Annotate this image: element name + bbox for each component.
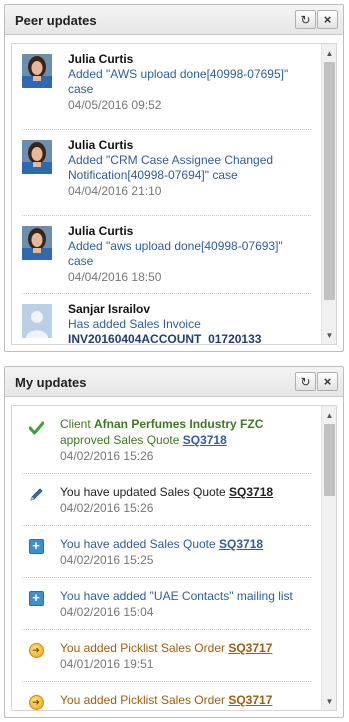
coin-icon: ➔ bbox=[28, 642, 44, 658]
update-prefix: You added Picklist Sales Order bbox=[60, 641, 229, 655]
woman-photo-icon bbox=[22, 226, 52, 260]
list-item: ➔ You added Picklist Sales Order SQ3717 bbox=[22, 682, 311, 710]
update-text: You have updated Sales Quote SQ3718 bbox=[60, 484, 311, 500]
update-prefix: You have added Sales Quote bbox=[60, 537, 220, 551]
timestamp: 04/02/2016 15:26 bbox=[60, 501, 154, 515]
list-item: Julia Curtis Added "AWS upload done[4099… bbox=[22, 44, 311, 130]
timestamp: 04/02/2016 15:04 bbox=[60, 605, 154, 619]
plus-icon: + bbox=[28, 590, 44, 606]
my-updates-feed: Client Afnan Perfumes Industry FZC appro… bbox=[12, 406, 321, 710]
peer-updates-list-container: Julia Curtis Added "AWS upload done[4099… bbox=[11, 43, 337, 345]
sales-quote-link[interactable]: SQ3718 bbox=[229, 485, 273, 499]
company-name[interactable]: Afnan Perfumes Industry FZC bbox=[94, 417, 263, 431]
coin-icon: ➔ bbox=[28, 694, 44, 710]
avatar[interactable] bbox=[22, 304, 52, 338]
update-text[interactable]: Added "aws upload done[40998-07693]" cas… bbox=[68, 239, 311, 269]
refresh-icon: ↻ bbox=[300, 12, 311, 27]
update-text: Client Afnan Perfumes Industry FZC appro… bbox=[60, 416, 311, 448]
timestamp: 04/01/2016 19:51 bbox=[60, 657, 154, 671]
my-updates-title: My updates bbox=[15, 375, 87, 390]
peer-updates-title: Peer updates bbox=[15, 13, 97, 28]
peer-updates-panel: Peer updates ↻ × Julia Curtis Added "AWS… bbox=[4, 4, 344, 352]
peer-updates-feed: Julia Curtis Added "AWS upload done[4099… bbox=[12, 44, 321, 344]
update-text[interactable]: You have added "UAE Contacts" mailing li… bbox=[60, 588, 311, 604]
timestamp: 04/02/2016 15:25 bbox=[60, 553, 154, 567]
update-text: You added Picklist Sales Order SQ3717 bbox=[60, 692, 311, 708]
list-item: ➔ You added Picklist Sales Order SQ3717 … bbox=[22, 630, 311, 682]
woman-photo-icon bbox=[22, 140, 52, 174]
refresh-button[interactable]: ↻ bbox=[295, 372, 316, 391]
scroll-down-icon[interactable]: ▼ bbox=[322, 694, 336, 708]
update-text: You have added Sales Quote SQ3718 bbox=[60, 536, 311, 552]
peer-name[interactable]: Sanjar Israilov bbox=[68, 302, 311, 317]
list-item: + You have added "UAE Contacts" mailing … bbox=[22, 578, 311, 630]
my-updates-header: My updates ↻ × bbox=[5, 367, 343, 397]
plus-icon: + bbox=[28, 538, 44, 554]
sales-order-link[interactable]: SQ3717 bbox=[228, 641, 272, 655]
list-item: + You have added Sales Quote SQ3718 04/0… bbox=[22, 526, 311, 578]
avatar[interactable] bbox=[22, 54, 52, 88]
scroll-down-icon[interactable]: ▼ bbox=[322, 328, 336, 342]
update-text[interactable]: Has added Sales Invoice bbox=[68, 317, 311, 332]
scroll-thumb[interactable] bbox=[324, 62, 335, 300]
close-button[interactable]: × bbox=[317, 372, 338, 391]
list-item: Sanjar Israilov Has added Sales Invoice … bbox=[22, 294, 311, 344]
close-icon: × bbox=[323, 374, 332, 389]
my-scrollbar[interactable]: ▲ ▼ bbox=[321, 406, 336, 710]
my-updates-panel: My updates ↻ × Client Afnan Perfumes Ind… bbox=[4, 366, 344, 718]
avatar[interactable] bbox=[22, 140, 52, 174]
woman-photo-icon bbox=[22, 54, 52, 88]
peer-updates-header: Peer updates ↻ × bbox=[5, 5, 343, 35]
refresh-icon: ↻ bbox=[300, 374, 311, 389]
list-item: Julia Curtis Added "aws upload done[4099… bbox=[22, 216, 311, 294]
close-button[interactable]: × bbox=[317, 10, 338, 29]
timestamp: 04/04/2016 18:50 bbox=[68, 270, 162, 284]
scroll-up-icon[interactable]: ▲ bbox=[322, 46, 336, 60]
timestamp: 04/02/2016 15:26 bbox=[60, 449, 154, 463]
sales-quote-link[interactable]: SQ3718 bbox=[219, 537, 263, 551]
peer-name[interactable]: Julia Curtis bbox=[68, 224, 311, 239]
sales-order-link[interactable]: SQ3717 bbox=[228, 693, 272, 707]
update-prefix: You added Picklist Sales Order bbox=[60, 693, 229, 707]
update-text[interactable]: Added "AWS upload done[40998-07695]" cas… bbox=[68, 67, 311, 97]
invoice-link[interactable]: INV20160404ACCOUNT_01720133 bbox=[68, 332, 311, 344]
list-item: Client Afnan Perfumes Industry FZC appro… bbox=[22, 416, 311, 474]
update-text[interactable]: Added "CRM Case Assignee Changed Notific… bbox=[68, 153, 311, 183]
update-prefix: Client bbox=[60, 417, 95, 431]
refresh-button[interactable]: ↻ bbox=[295, 10, 316, 29]
check-icon bbox=[28, 420, 44, 436]
pencil-icon bbox=[28, 486, 44, 502]
close-icon: × bbox=[323, 12, 332, 27]
timestamp: 04/05/2016 09:52 bbox=[68, 98, 162, 112]
avatar[interactable] bbox=[22, 226, 52, 260]
peer-scrollbar[interactable]: ▲ ▼ bbox=[321, 44, 336, 344]
list-item: Julia Curtis Added "CRM Case Assignee Ch… bbox=[22, 130, 311, 216]
scroll-thumb[interactable] bbox=[324, 424, 335, 496]
my-updates-list-container: Client Afnan Perfumes Industry FZC appro… bbox=[11, 405, 337, 711]
update-text: You added Picklist Sales Order SQ3717 bbox=[60, 640, 311, 656]
peer-name[interactable]: Julia Curtis bbox=[68, 138, 311, 153]
placeholder-person-icon bbox=[22, 304, 52, 338]
peer-name[interactable]: Julia Curtis bbox=[68, 52, 311, 67]
timestamp: 04/04/2016 21:10 bbox=[68, 184, 162, 198]
list-item: You have updated Sales Quote SQ3718 04/0… bbox=[22, 474, 311, 526]
update-prefix: You have updated Sales Quote bbox=[60, 485, 230, 499]
sales-quote-link[interactable]: SQ3718 bbox=[183, 433, 227, 447]
update-middle: approved Sales Quote bbox=[60, 433, 183, 447]
scroll-up-icon[interactable]: ▲ bbox=[322, 408, 336, 422]
